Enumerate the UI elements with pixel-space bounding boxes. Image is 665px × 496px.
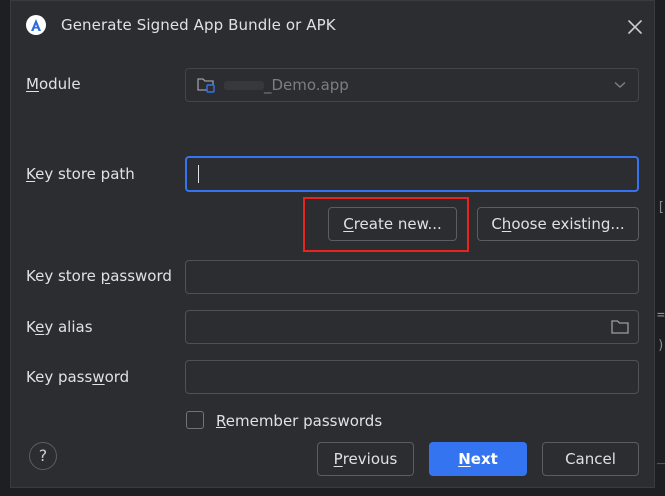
dialog-title: Generate Signed App Bundle or APK (61, 16, 336, 34)
android-studio-icon (26, 15, 46, 35)
key-password-label: Key password (26, 368, 130, 386)
cancel-button[interactable]: Cancel (542, 442, 639, 476)
previous-button[interactable]: Previous (317, 442, 414, 476)
background-code-strip (40, 488, 640, 496)
key-alias-input[interactable] (185, 310, 639, 344)
generate-signed-apk-dialog: Generate Signed App Bundle or APK Module… (10, 0, 655, 488)
key-alias-label: Key alias (26, 318, 93, 336)
close-icon[interactable] (625, 17, 645, 37)
redacted-module-prefix (224, 81, 264, 90)
keystore-password-input[interactable] (185, 260, 639, 294)
module-dropdown[interactable]: _Demo.app (185, 68, 639, 102)
folder-icon[interactable] (611, 319, 629, 335)
choose-existing-button[interactable]: Ch oose existing... (477, 207, 639, 241)
create-new-button[interactable]: Create new... (328, 207, 457, 241)
keystore-password-label: Key store password (26, 267, 172, 285)
key-password-input[interactable] (185, 360, 639, 394)
next-button[interactable]: Next (429, 442, 527, 476)
module-folder-icon (197, 78, 215, 93)
module-value: _Demo.app (264, 76, 349, 94)
text-caret (198, 165, 199, 183)
remember-passwords-checkbox[interactable] (186, 411, 204, 429)
dialog-titlebar: Generate Signed App Bundle or APK (11, 1, 654, 51)
help-icon[interactable]: ? (29, 442, 57, 470)
module-label: Module (26, 75, 81, 93)
chevron-down-icon (614, 81, 626, 89)
keystore-path-label: Key store path (26, 165, 135, 183)
remember-passwords-label[interactable]: Remember passwords (216, 412, 382, 430)
keystore-path-input[interactable] (185, 156, 639, 192)
